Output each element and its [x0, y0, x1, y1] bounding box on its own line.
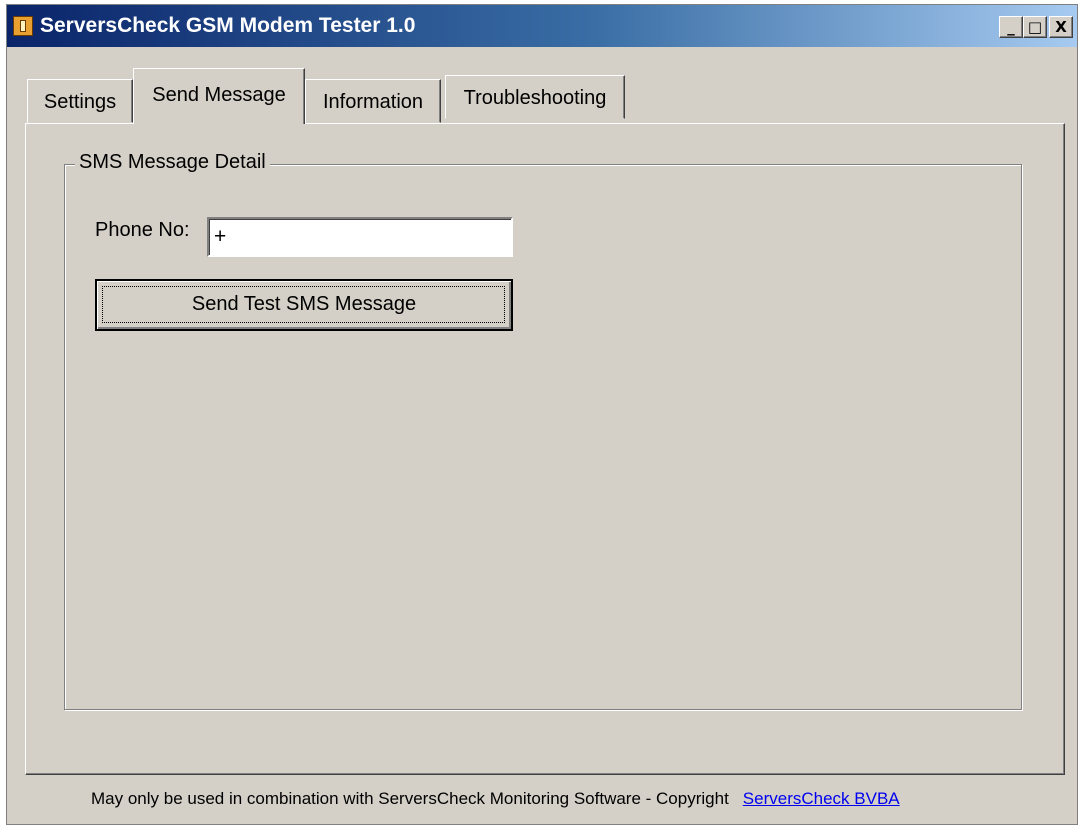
group-legend: SMS Message Detail [75, 151, 270, 174]
tab-information[interactable]: Information [305, 79, 441, 123]
phone-no-label: Phone No: [95, 219, 190, 241]
tab-send-message[interactable]: Send Message [133, 68, 305, 124]
app-window: ServersCheck GSM Modem Tester 1.0 _ □ X … [6, 4, 1078, 825]
sms-message-detail-group: SMS Message Detail Phone No: + Send Test… [64, 151, 1022, 710]
footer-text: May only be used in combination with Ser… [91, 789, 729, 808]
phone-no-input[interactable]: + [207, 217, 513, 257]
title-bar[interactable]: ServersCheck GSM Modem Tester 1.0 _ □ X [7, 5, 1077, 47]
footer: May only be used in combination with Ser… [91, 789, 900, 809]
serverscheck-bvba-link[interactable]: ServersCheck BVBA [743, 789, 900, 808]
send-test-sms-button[interactable]: Send Test SMS Message [95, 279, 513, 331]
minimize-button[interactable]: _ [999, 16, 1023, 38]
tab-settings[interactable]: Settings [27, 79, 133, 123]
maximize-button[interactable]: □ [1023, 16, 1047, 38]
window-title: ServersCheck GSM Modem Tester 1.0 [40, 14, 416, 37]
send-message-panel: SMS Message Detail Phone No: + Send Test… [25, 123, 1065, 775]
close-button[interactable]: X [1049, 16, 1073, 38]
app-icon [13, 16, 33, 36]
tab-troubleshooting[interactable]: Troubleshooting [445, 75, 625, 119]
